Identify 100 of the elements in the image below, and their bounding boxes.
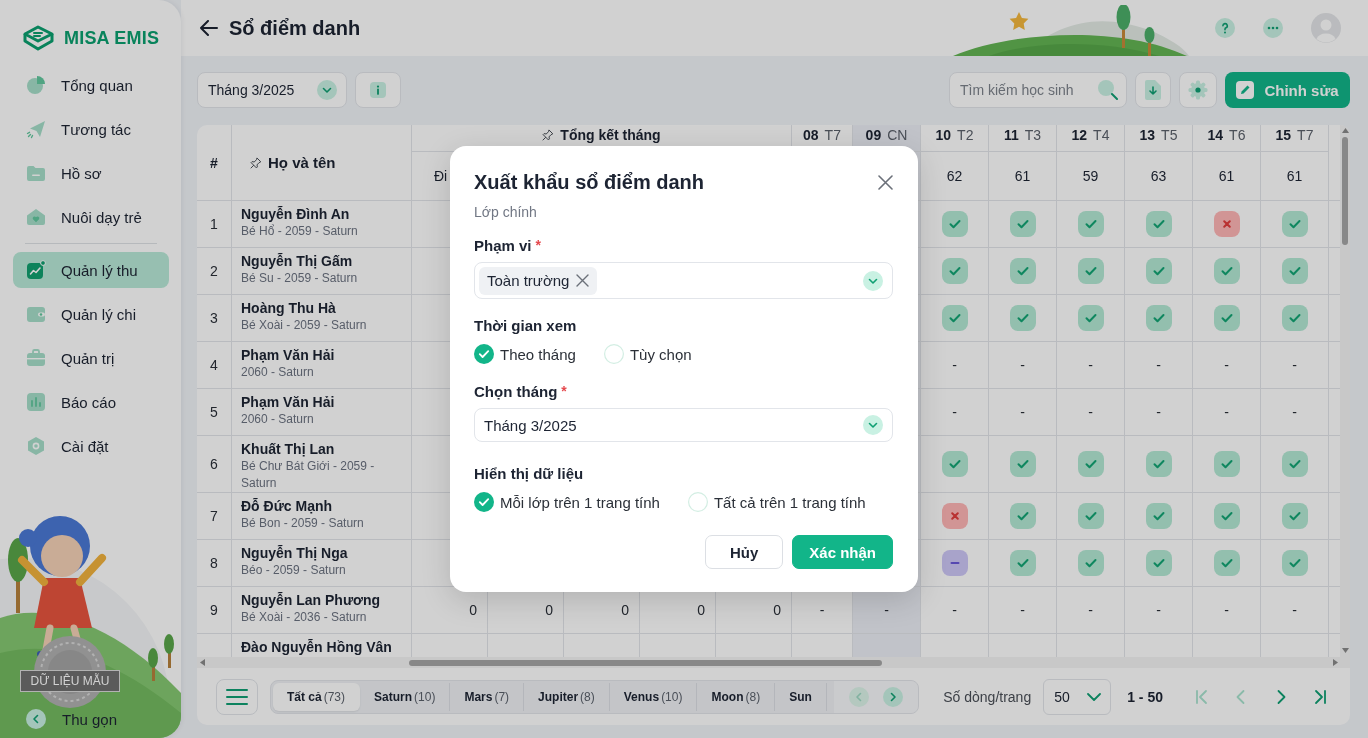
sidebar-item[interactable]: Tổng quan [13, 67, 169, 103]
logo-icon [22, 24, 55, 52]
export-button[interactable] [1135, 72, 1171, 108]
page-range: 1 - 50 [1127, 688, 1163, 705]
scope-select[interactable]: Toàn trường [474, 262, 893, 299]
row-number: 4 [197, 342, 232, 389]
class-tab[interactable]: Mars (7) [450, 682, 525, 711]
check-icon [1213, 258, 1240, 284]
more-icon[interactable] [1263, 18, 1283, 38]
sidebar-item[interactable]: Hồ sơ [13, 155, 169, 191]
scrollbar-thumb[interactable] [1342, 137, 1348, 245]
field-label: Chọn tháng [474, 382, 558, 400]
scroll-down-icon[interactable] [1341, 648, 1349, 653]
sidebar-item[interactable]: Nuôi dạy trẻ [13, 199, 169, 235]
close-button[interactable] [875, 172, 895, 192]
rows-per-page-select[interactable]: 50 [1043, 678, 1112, 715]
table-cell: - [989, 342, 1057, 389]
column-header: 15 T7 [1261, 125, 1329, 152]
column-header: 10 T2 [921, 125, 989, 152]
table-cell: - [989, 389, 1057, 436]
pin-icon[interactable] [542, 129, 555, 141]
sidebar-item[interactable]: Quản lý chi [13, 296, 169, 332]
row-number: 3 [197, 295, 232, 342]
check-icon [1009, 550, 1036, 576]
chevron-down-icon [863, 415, 883, 435]
minus-icon [941, 550, 968, 576]
student-name[interactable]: Nguyễn Đình An [241, 205, 350, 223]
student-name[interactable]: Khuất Thị Lan [241, 440, 335, 458]
sidebar-item[interactable]: Tương tác [13, 111, 169, 147]
check-icon [941, 305, 968, 331]
folder-icon [26, 163, 46, 183]
table-cell: - [1057, 389, 1125, 436]
check-icon [1281, 258, 1308, 284]
student-name[interactable]: Phạm Văn Hải [241, 393, 335, 411]
sidebar-item[interactable]: Quản trị [13, 340, 169, 376]
menu-button[interactable] [216, 678, 258, 715]
radio-label[interactable]: Mỗi lớp trên 1 trang tính [500, 493, 660, 511]
chevron-right-icon[interactable] [883, 686, 904, 707]
field-label: Phạm vi [474, 236, 532, 254]
student-name[interactable]: Nguyễn Thị Gấm [241, 252, 353, 270]
class-tab[interactable]: Moon (8) [697, 682, 776, 711]
student-name[interactable]: Nguyễn Lan Phương [241, 591, 381, 609]
student-detail: Béo - 2059 - Saturn [241, 562, 346, 579]
back-arrow-icon[interactable] [200, 20, 218, 36]
student-detail: Bé Xoài - 2059 - Saturn [241, 317, 367, 334]
student-name[interactable]: Phạm Văn Hải [241, 346, 335, 364]
student-name[interactable]: Đào Nguyễn Hồng Vân [241, 638, 392, 656]
rows-per-page-label: Số dòng/trang [943, 688, 1032, 705]
radio-button[interactable] [474, 344, 494, 364]
radio-button[interactable] [603, 344, 624, 364]
month-select[interactable]: Tháng 3/2025 [474, 408, 893, 442]
class-tab[interactable]: Sun [775, 682, 827, 711]
selected-tag[interactable]: Toàn trường [479, 266, 598, 295]
scroll-right-icon[interactable] [1333, 659, 1338, 666]
column-header: Đi [434, 168, 448, 184]
student-name[interactable]: Hoàng Thu Hà [241, 299, 336, 317]
class-tab[interactable]: Venus (10) [609, 682, 698, 711]
sidebar-item[interactable]: Cài đặt [13, 428, 169, 464]
column-header: # [197, 125, 232, 201]
column-header: 14 T6 [1193, 125, 1261, 152]
page-title: Sổ điểm danh [229, 16, 361, 40]
remove-icon[interactable] [576, 274, 590, 287]
scroll-up-icon[interactable] [1341, 128, 1349, 133]
student-detail: Bé Xoài - 2036 - Saturn [241, 609, 367, 626]
month-select[interactable]: Tháng 3/2025 [197, 72, 347, 108]
sidebar-item[interactable]: Quản lý thu [13, 252, 169, 288]
scroll-left-icon[interactable] [200, 659, 205, 666]
field-label: Hiển thị dữ liệu [474, 464, 584, 482]
sidebar-item[interactable]: Báo cáo [13, 384, 169, 420]
student-detail: Bé Chư Bát Giới - 2059 - Saturn [241, 458, 376, 492]
brand-name: MISA EMIS [64, 27, 160, 49]
search-field[interactable]: Tìm kiếm học sinh [949, 72, 1127, 108]
pin-icon[interactable] [250, 156, 262, 169]
radio-button[interactable] [687, 492, 708, 512]
help-icon[interactable] [1215, 18, 1235, 38]
check-icon [1145, 503, 1172, 529]
scrollbar-thumb[interactable] [409, 659, 882, 666]
radio-label[interactable]: Tất cả trên 1 trang tính [713, 493, 866, 511]
radio-label[interactable]: Tùy chọn [629, 345, 692, 363]
cancel-button[interactable]: Hủy [704, 535, 784, 569]
check-icon [1009, 258, 1036, 284]
student-name[interactable]: Đỗ Đức Mạnh [241, 497, 333, 515]
student-name[interactable]: Nguyễn Thị Nga [241, 544, 348, 562]
class-tab[interactable]: Saturn (10) [360, 682, 451, 711]
student-detail: Bé Bon - 2059 - Saturn [241, 515, 364, 532]
table-cell: - [1057, 342, 1125, 389]
check-icon [1281, 451, 1308, 477]
class-tab[interactable]: Jupiter (8) [524, 682, 610, 711]
search-icon[interactable] [1097, 79, 1118, 100]
settings-button[interactable] [1179, 72, 1217, 108]
class-tab[interactable]: Tất cả (73) [273, 682, 361, 711]
column-header: Họ và tên [268, 154, 336, 171]
paper-plane-icon [26, 119, 46, 139]
radio-label[interactable]: Theo tháng [500, 345, 576, 363]
check-icon [1145, 451, 1172, 477]
cross-icon [941, 503, 968, 529]
table-cell: - [1193, 587, 1261, 634]
check-icon [1213, 305, 1240, 331]
row-number: 6 [197, 436, 232, 493]
radio-button[interactable] [474, 492, 494, 512]
